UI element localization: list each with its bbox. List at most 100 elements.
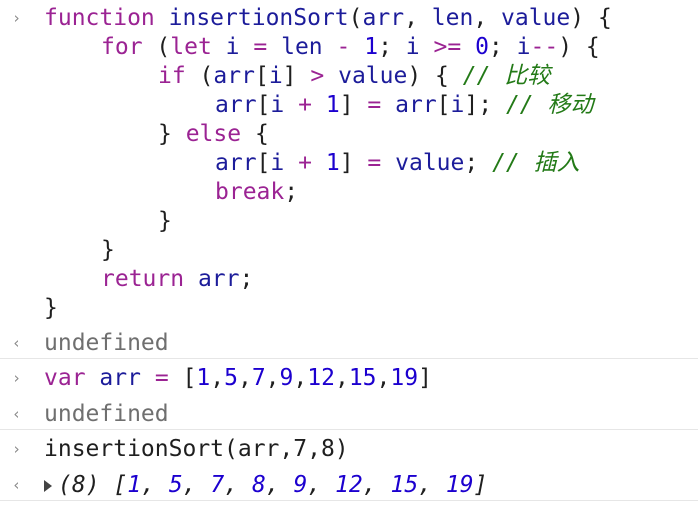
code-token: 1 [325, 150, 340, 176]
code-line: return arr; [101, 264, 253, 294]
output-return-chevron: ‹ [12, 405, 22, 423]
array-result[interactable]: (8) [1, 5, 7, 8, 9, 12, 15, 19] [44, 470, 487, 500]
code-token: i [268, 63, 283, 89]
code-token: ]; [464, 92, 506, 118]
code-token: ; [378, 34, 406, 60]
code-token: let [170, 34, 212, 60]
code-token: ; [239, 266, 254, 292]
array-value: 12 [335, 472, 363, 498]
array-comma: , [141, 472, 169, 498]
output-undefined: undefined [44, 330, 169, 356]
code-line: function insertionSort(arr, len, value) … [44, 3, 612, 33]
input-prompt-chevron: › [12, 9, 22, 27]
code-token: = [154, 365, 169, 391]
code-token: i [450, 92, 465, 118]
code-token: ] [282, 63, 311, 89]
code-token: if [158, 63, 186, 89]
array-bracket: ] [473, 472, 488, 498]
code-line: } [158, 206, 172, 236]
code-token: i [270, 150, 285, 176]
code-token: insertionSort [168, 5, 349, 31]
code-token: return [101, 266, 185, 292]
code-line: } [44, 293, 58, 323]
code-line: } else { [158, 119, 269, 149]
code-line: for (let i = len - 1; i >= 0; i--) { [101, 32, 600, 62]
code-token: = [367, 150, 382, 176]
code-token: ] [339, 150, 368, 176]
code-token: - [336, 34, 351, 60]
code-token: ; [284, 179, 299, 205]
code-token: ; [464, 150, 493, 176]
code-token: ; [488, 34, 517, 60]
code-token: ) { [407, 63, 463, 89]
code-token: value [395, 150, 465, 176]
code-token: 0 [475, 34, 489, 60]
array-value: 7 [210, 472, 225, 498]
array-value: 8 [251, 472, 266, 498]
code-token: ) { [570, 5, 612, 31]
code-token: 9 [279, 365, 294, 391]
output-undefined: undefined [44, 401, 169, 427]
expand-triangle-icon[interactable] [44, 479, 52, 492]
code-token: i [225, 34, 240, 60]
code-token: = [253, 34, 268, 60]
code-token: function [44, 5, 155, 31]
code-line: arr[i + 1] = arr[i]; // 移动 [215, 90, 593, 120]
code-token: 15 [348, 365, 377, 391]
code-token: 5 [224, 365, 238, 391]
code-token: , [334, 365, 349, 391]
code-token: ( [142, 34, 171, 60]
array-value: 9 [293, 472, 308, 498]
code-token: } [44, 295, 58, 321]
code-line: arr[i + 1] = value; // 插入 [215, 148, 580, 178]
code-token: 1 [364, 34, 379, 60]
code-token: 7 [251, 365, 266, 391]
array-value: 5 [168, 472, 183, 498]
code-token: arr [213, 63, 255, 89]
code-token: } [158, 208, 172, 234]
code-token: value [338, 63, 408, 89]
code-line: var arr = [1,5,7,9,12,15,19] [44, 363, 432, 393]
code-token: // 比较 [462, 63, 551, 89]
entry-divider [0, 358, 698, 359]
array-comma: , [182, 472, 211, 498]
code-token: + [298, 92, 312, 118]
code-line: if (arr[i] > value) { // 比较 [158, 61, 550, 91]
code-line: break; [215, 177, 298, 207]
code-token: = [367, 92, 382, 118]
code-token: [ [436, 92, 451, 118]
code-token: len [281, 34, 323, 60]
code-token: , [473, 5, 502, 31]
code-token: arr [197, 266, 240, 292]
code-token: [ [254, 63, 269, 89]
output-return-chevron: ‹ [12, 476, 22, 494]
input-prompt-chevron: › [12, 440, 22, 458]
code-token: , [404, 5, 432, 31]
code-token: i [516, 34, 531, 60]
code-token: arr [395, 92, 437, 118]
code-token: for [101, 34, 143, 60]
array-comma: , [307, 472, 336, 498]
code-token: else [185, 121, 242, 147]
code-token: , [237, 365, 252, 391]
code-token: 1 [325, 92, 340, 118]
array-comma: , [265, 472, 294, 498]
code-token: len [431, 5, 474, 31]
code-token: arr [215, 150, 257, 176]
code-token: ] [339, 92, 368, 118]
code-token: 12 [307, 365, 335, 391]
code-token: , [376, 365, 391, 391]
code-token: [ [256, 92, 271, 118]
